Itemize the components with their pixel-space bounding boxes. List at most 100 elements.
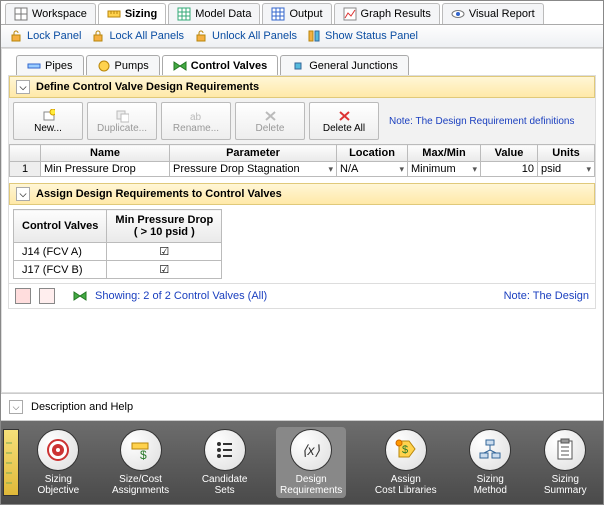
valve-icon <box>173 59 187 73</box>
list-icon <box>204 429 246 471</box>
label: Pipes <box>45 60 73 72</box>
nav-sizing-method[interactable]: Sizing Method <box>465 427 515 498</box>
select-special-button[interactable] <box>39 288 55 304</box>
workspace-icon <box>14 7 28 21</box>
tab-model-data[interactable]: Model Data <box>168 3 260 24</box>
cv-name: J17 (FCV B) <box>14 261 107 279</box>
tab-sizing[interactable]: Sizing <box>98 3 166 24</box>
cell-units[interactable]: psid▾ <box>538 162 595 177</box>
cell-maxmin[interactable]: Minimum▾ <box>408 162 481 177</box>
label: Control Valves <box>191 60 267 72</box>
label: Rename... <box>173 123 219 134</box>
pump-icon <box>97 59 111 73</box>
section-title: Assign Design Requirements to Control Va… <box>36 188 282 200</box>
rename-icon: ab <box>189 109 203 123</box>
main-tab-bar: Workspace Sizing Model Data Output Graph… <box>1 1 603 25</box>
lock-panel-button[interactable]: Lock Panel <box>9 29 81 43</box>
showing-status: Showing: 2 of 2 Control Valves (All) <box>95 290 267 302</box>
assign-checkbox[interactable]: ☑ <box>107 243 222 261</box>
cv-name: J14 (FCV A) <box>14 243 107 261</box>
tab-label: Graph Results <box>361 8 431 20</box>
chart-icon <box>343 7 357 21</box>
label: General Junctions <box>309 60 398 72</box>
cell-parameter[interactable]: Pressure Drop Stagnation▾ <box>170 162 337 177</box>
duplicate-button[interactable]: Duplicate... <box>87 102 157 140</box>
svg-text:$: $ <box>140 448 147 462</box>
new-icon <box>41 109 55 123</box>
rename-button[interactable]: ab Rename... <box>161 102 231 140</box>
col-units: Units <box>538 145 595 162</box>
label: Unlock All Panels <box>212 30 297 42</box>
label: Assign Cost Libraries <box>375 474 437 496</box>
show-status-button[interactable]: Show Status Panel <box>307 29 418 43</box>
status-row: Showing: 2 of 2 Control Valves (All) Not… <box>9 283 595 308</box>
label: Sizing Objective <box>37 474 79 496</box>
collapse-icon: ⌵ <box>16 187 30 201</box>
label: Show Status Panel <box>325 30 418 42</box>
lock-toolbar: Lock Panel Lock All Panels Unlock All Pa… <box>1 25 603 48</box>
sub-tab-pipes[interactable]: Pipes <box>16 55 84 76</box>
pipe-icon <box>27 59 41 73</box>
assign-requirements-header[interactable]: ⌵ Assign Design Requirements to Control … <box>9 183 595 205</box>
variable-icon: ⟨x⟩ <box>290 429 332 471</box>
col-value: Value <box>481 145 538 162</box>
svg-text:ab: ab <box>190 112 202 123</box>
select-same-button[interactable] <box>15 288 31 304</box>
nav-sizing-objective[interactable]: Sizing Objective <box>33 427 83 498</box>
col-maxmin: Max/Min <box>408 145 481 162</box>
table-icon <box>177 7 191 21</box>
cell-value[interactable]: 10 <box>481 162 538 177</box>
requirements-grid: Name Parameter Location Max/Min Value Un… <box>9 144 595 177</box>
delete-all-button[interactable]: Delete All <box>309 102 379 140</box>
tab-visual-report[interactable]: Visual Report <box>442 3 544 24</box>
tab-workspace[interactable]: Workspace <box>5 3 96 24</box>
delete-icon <box>263 109 277 123</box>
svg-text:⟨x⟩: ⟨x⟩ <box>302 442 320 458</box>
eye-icon <box>451 7 465 21</box>
chevron-down-icon: ▾ <box>468 164 477 175</box>
lock-all-button[interactable]: Lock All Panels <box>91 29 184 43</box>
cell-rownum: 1 <box>10 162 41 177</box>
requirements-toolbar: New... Duplicate... ab Rename... Delete … <box>9 98 595 144</box>
col-control-valves: Control Valves <box>14 210 107 243</box>
status-icon <box>307 29 321 43</box>
cell-location[interactable]: N/A▾ <box>337 162 408 177</box>
tab-label: Workspace <box>32 8 87 20</box>
tab-label: Visual Report <box>469 8 535 20</box>
svg-text:$: $ <box>402 444 408 456</box>
status-note: Note: The Design <box>504 290 589 302</box>
nav-assign-cost[interactable]: $ Assign Cost Libraries <box>371 427 441 498</box>
assign-grid: Control Valves Min Pressure Drop ( > 10 … <box>13 209 222 279</box>
tag-dollar-icon: $ <box>385 429 427 471</box>
label: Duplicate... <box>97 123 147 134</box>
label: Design Requirements <box>280 474 342 496</box>
duplicate-icon <box>115 109 129 123</box>
sub-tab-pumps[interactable]: Pumps <box>86 55 160 76</box>
ruler-dollar-icon: $ <box>120 429 162 471</box>
tab-graph-results[interactable]: Graph Results <box>334 3 440 24</box>
nav-candidate-sets[interactable]: Candidate Sets <box>198 427 252 498</box>
lock-icon <box>91 29 105 43</box>
description-bar[interactable]: ⌵ Description and Help <box>1 393 603 421</box>
table-icon <box>271 7 285 21</box>
label: Pumps <box>115 60 149 72</box>
nav-size-cost[interactable]: $ Size/Cost Assignments <box>108 427 173 498</box>
define-requirements-header[interactable]: ⌵ Define Control Valve Design Requiremen… <box>9 76 595 98</box>
cell-name[interactable]: Min Pressure Drop <box>41 162 170 177</box>
delete-button[interactable]: Delete <box>235 102 305 140</box>
nav-design-requirements[interactable]: ⟨x⟩ Design Requirements <box>276 427 346 498</box>
nav-sizing-summary[interactable]: Sizing Summary <box>540 427 591 498</box>
label: Size/Cost Assignments <box>112 474 169 496</box>
target-icon <box>37 429 79 471</box>
col-name: Name <box>41 145 170 162</box>
col-rownum <box>10 145 41 162</box>
new-button[interactable]: New... <box>13 102 83 140</box>
description-label: Description and Help <box>31 401 133 413</box>
sub-tab-general-junctions[interactable]: General Junctions <box>280 55 409 76</box>
assign-checkbox[interactable]: ☑ <box>107 261 222 279</box>
grid-row[interactable]: 1 Min Pressure Drop Pressure Drop Stagna… <box>10 162 595 177</box>
tab-output[interactable]: Output <box>262 3 331 24</box>
sub-tab-control-valves[interactable]: Control Valves <box>162 55 278 76</box>
unlock-all-button[interactable]: Unlock All Panels <box>194 29 297 43</box>
chevron-down-icon: ▾ <box>395 164 404 175</box>
